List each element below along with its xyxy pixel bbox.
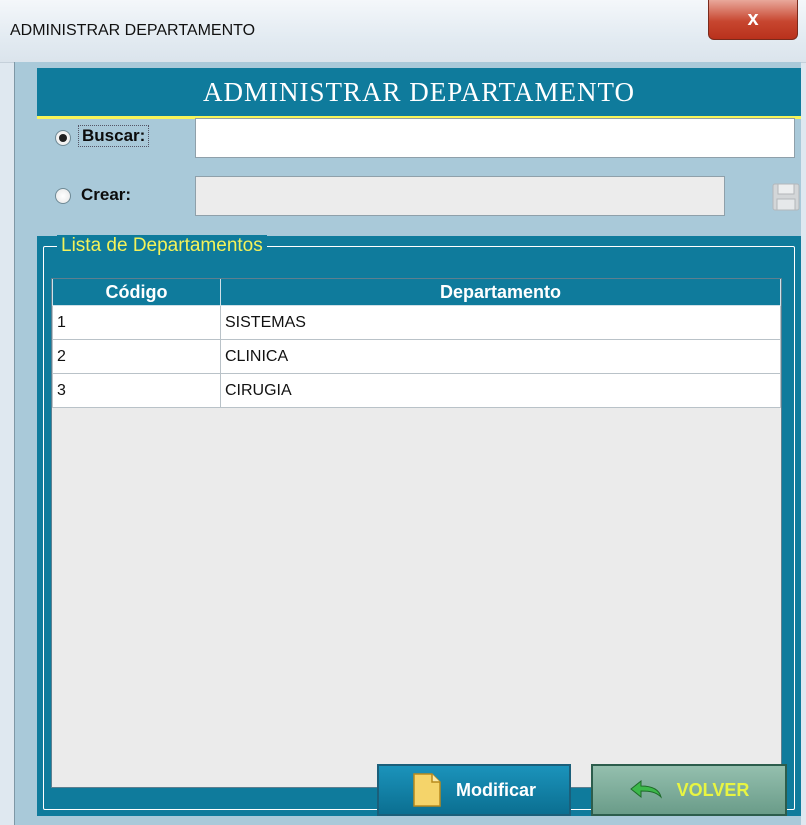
- header-banner: ADMINISTRAR DEPARTAMENTO: [37, 68, 801, 119]
- window-title: ADMINISTRAR DEPARTAMENTO: [10, 22, 256, 39]
- search-row: Buscar:: [37, 118, 801, 162]
- search-radio[interactable]: [55, 130, 71, 146]
- title-bar[interactable]: ADMINISTRAR DEPARTAMENTO x: [0, 0, 806, 63]
- create-radio[interactable]: [55, 188, 71, 204]
- table-row[interactable]: 2 CLINICA: [52, 339, 781, 374]
- document-icon: [413, 773, 441, 807]
- cell-code[interactable]: 1: [52, 305, 221, 340]
- page-title: ADMINISTRAR DEPARTAMENTO: [202, 76, 635, 107]
- cell-department[interactable]: CIRUGIA: [220, 373, 781, 408]
- table-row[interactable]: 1 SISTEMAS: [52, 305, 781, 340]
- back-arrow-icon: [629, 779, 662, 799]
- group-title: Lista de Departamentos: [57, 235, 267, 257]
- close-icon: x: [747, 8, 759, 30]
- column-header-code[interactable]: Código: [52, 279, 221, 306]
- search-input[interactable]: [195, 118, 795, 158]
- table-row[interactable]: 3 CIRUGIA: [52, 373, 781, 408]
- cell-department[interactable]: CLINICA: [220, 339, 781, 374]
- departments-group: Lista de Departamentos Código Departamen…: [37, 235, 801, 816]
- modify-label: Modificar: [455, 779, 536, 800]
- cell-code[interactable]: 3: [52, 373, 221, 408]
- back-button[interactable]: VOLVER: [591, 764, 787, 816]
- client-area: ADMINISTRAR DEPARTAMENTO Buscar: Crear: …: [14, 62, 801, 825]
- search-label: Buscar:: [78, 125, 150, 147]
- create-row: Crear:: [37, 176, 801, 220]
- create-input[interactable]: [195, 176, 725, 216]
- cell-department[interactable]: SISTEMAS: [220, 305, 781, 340]
- cell-code[interactable]: 2: [52, 339, 221, 374]
- table-header-row: Código Departamento: [52, 279, 781, 306]
- column-header-department[interactable]: Departamento: [220, 279, 781, 306]
- dialog-window: ADMINISTRAR DEPARTAMENTO x ADMINISTRAR D…: [0, 0, 806, 825]
- modify-button[interactable]: Modificar: [377, 764, 571, 816]
- departments-table: Código Departamento 1 SISTEMAS 2 CLINICA: [51, 278, 782, 788]
- create-label: Crear:: [81, 185, 132, 204]
- save-icon[interactable]: [771, 182, 801, 212]
- close-button[interactable]: x: [708, 0, 798, 40]
- back-label: VOLVER: [676, 779, 750, 800]
